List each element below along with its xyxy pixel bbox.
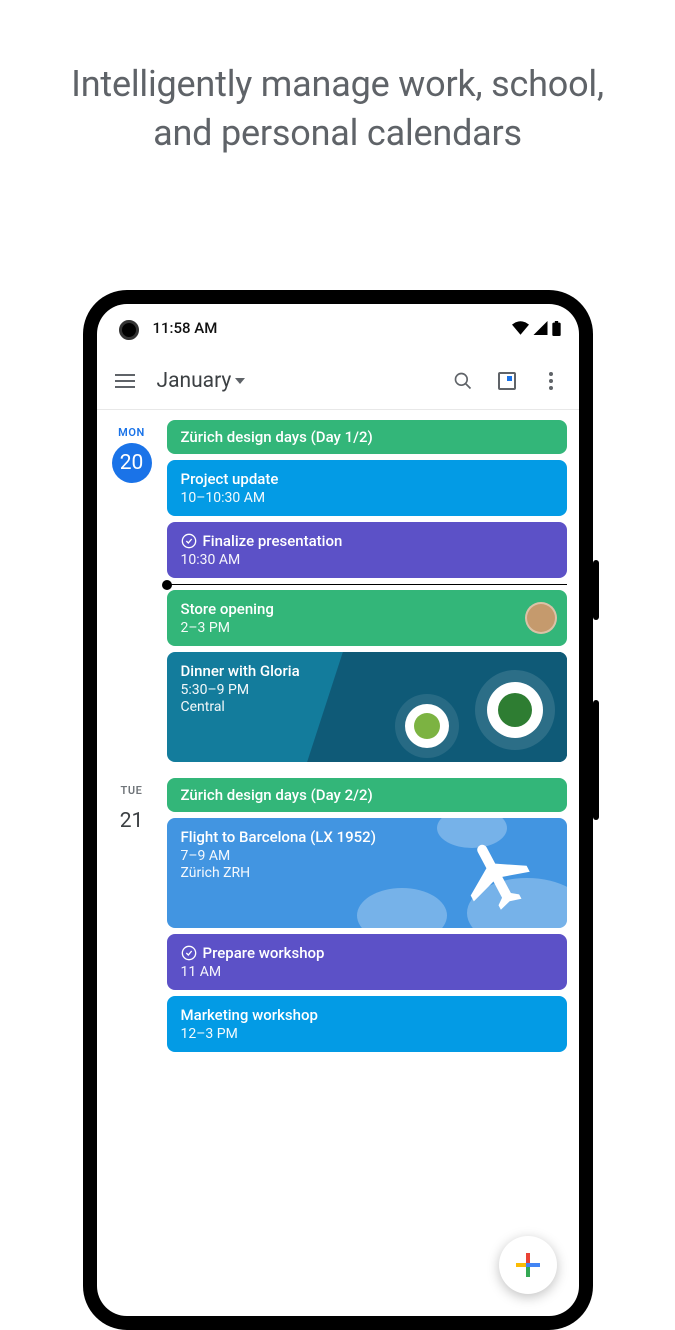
dropdown-arrow-icon [235, 378, 245, 384]
status-time: 11:58 AM [153, 319, 218, 337]
marketing-headline: Intelligently manage work, school, and p… [0, 0, 675, 197]
phone-frame: 11:58 AM January [83, 290, 593, 1330]
event-title: Flight to Barcelona (LX 1952) [181, 828, 376, 846]
day-section: MON 20 Zürich design days (Day 1/2) Project… [97, 420, 567, 778]
events-column: Zürich design days (Day 2/2) Flight to Ba… [167, 778, 567, 1068]
event-card[interactable]: Prepare workshop 11 AM [167, 934, 567, 990]
event-title: Zürich design days (Day 2/2) [181, 786, 373, 804]
event-time: 2–3 PM [181, 620, 553, 636]
event-time: 5:30–9 PM [181, 682, 553, 698]
event-time: 10:30 AM [181, 552, 553, 568]
phone-side-button [593, 700, 599, 820]
event-title: Prepare workshop [203, 944, 325, 962]
events-column: Zürich design days (Day 1/2) Project upda… [167, 420, 567, 778]
agenda-content: MON 20 Zürich design days (Day 1/2) Project… [97, 410, 579, 1068]
event-title: Project update [181, 470, 279, 488]
day-number: 21 [112, 801, 152, 841]
event-card[interactable]: Zürich design days (Day 1/2) [167, 420, 567, 454]
task-check-icon [181, 533, 197, 549]
event-time: 10–10:30 AM [181, 490, 553, 506]
event-time: 11 AM [181, 964, 553, 980]
search-button[interactable] [441, 359, 485, 403]
event-title: Zürich design days (Day 1/2) [181, 428, 373, 446]
more-vert-icon [549, 372, 553, 390]
menu-button[interactable] [103, 359, 147, 403]
event-time: 7–9 AM [181, 848, 553, 864]
day-of-week: TUE [97, 784, 167, 797]
phone-side-button [593, 560, 599, 620]
today-icon [498, 372, 516, 390]
event-card[interactable]: Zürich design days (Day 2/2) [167, 778, 567, 812]
day-of-week: MON [97, 426, 167, 439]
event-card[interactable]: Finalize presentation 10:30 AM [167, 522, 567, 578]
day-number: 20 [112, 443, 152, 483]
battery-icon [552, 321, 561, 336]
event-title: Marketing workshop [181, 1006, 318, 1024]
app-bar: January [97, 352, 579, 410]
month-picker[interactable]: January [157, 369, 246, 393]
event-card[interactable]: Flight to Barcelona (LX 1952) 7–9 AMZüric… [167, 818, 567, 928]
status-bar: 11:58 AM [97, 304, 579, 352]
create-event-fab[interactable] [499, 1236, 557, 1294]
day-section: TUE 21 Zürich design days (Day 2/2) Flight … [97, 778, 567, 1068]
day-date-header[interactable]: MON 20 [97, 420, 167, 778]
month-label: January [157, 369, 232, 393]
search-icon [453, 371, 473, 391]
task-check-icon [181, 945, 197, 961]
hamburger-icon [115, 374, 135, 388]
today-button[interactable] [485, 359, 529, 403]
event-location: Central [181, 699, 553, 715]
event-time: 12–3 PM [181, 1026, 553, 1042]
event-title: Finalize presentation [203, 532, 343, 550]
event-title: Store opening [181, 600, 274, 618]
day-date-header[interactable]: TUE 21 [97, 778, 167, 1068]
status-icons [512, 321, 561, 336]
wifi-icon [512, 321, 529, 335]
overflow-button[interactable] [529, 359, 573, 403]
event-card[interactable]: Marketing workshop 12–3 PM [167, 996, 567, 1052]
event-card[interactable]: Store opening 2–3 PM [167, 590, 567, 646]
event-title: Dinner with Gloria [181, 662, 300, 680]
plus-multicolor-icon [514, 1251, 542, 1279]
event-card[interactable]: Dinner with Gloria 5:30–9 PMCentral [167, 652, 567, 762]
phone-camera-cutout [119, 320, 139, 340]
event-location: Zürich ZRH [181, 865, 553, 881]
event-card[interactable]: Project update 10–10:30 AM [167, 460, 567, 516]
cell-signal-icon [533, 321, 548, 335]
